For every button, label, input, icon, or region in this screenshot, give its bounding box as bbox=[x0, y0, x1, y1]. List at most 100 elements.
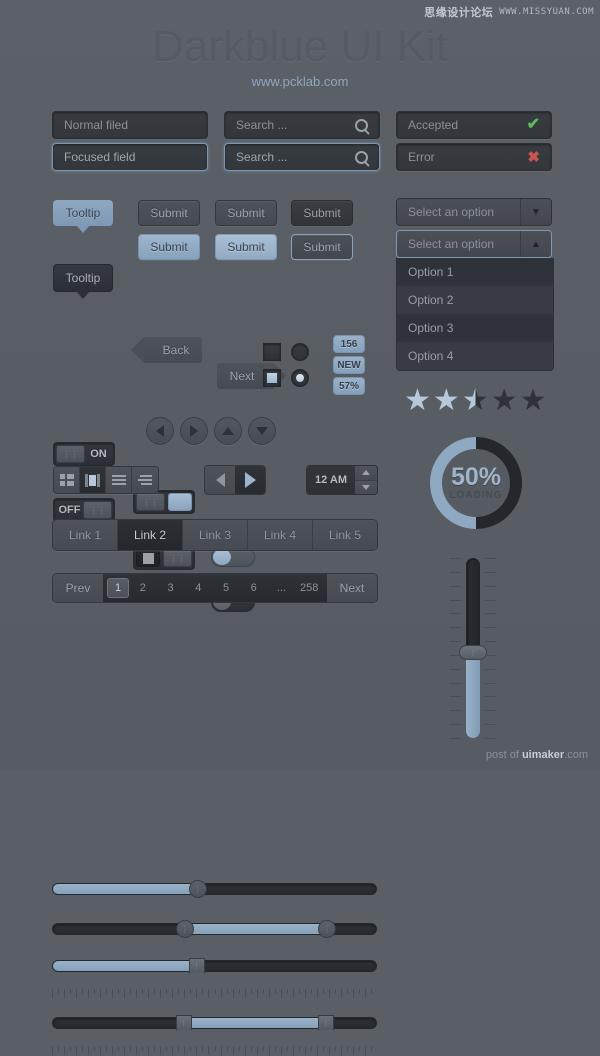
checkbox-unchecked[interactable] bbox=[263, 343, 281, 361]
slider-fill bbox=[185, 1018, 328, 1028]
slider-handle-min[interactable]: ⋮ bbox=[175, 1015, 192, 1038]
normal-text-field[interactable]: Normal filed bbox=[52, 111, 208, 139]
time-stepper[interactable]: 12 AM bbox=[306, 465, 378, 495]
chevron-down-icon[interactable]: ▼ bbox=[520, 199, 551, 225]
tab-link-2[interactable]: Link 2 bbox=[118, 520, 183, 550]
play-button[interactable] bbox=[235, 466, 265, 494]
circle-button-right[interactable] bbox=[180, 417, 208, 445]
slider-handle[interactable]: ⋮ bbox=[188, 958, 205, 981]
loading-label-text: LOADING bbox=[449, 490, 503, 501]
pagination[interactable]: Prev 1 2 3 4 5 6 ... 258 Next bbox=[52, 573, 378, 603]
select-open[interactable]: Select an option ▲ bbox=[396, 230, 552, 258]
tab-link-5[interactable]: Link 5 bbox=[313, 520, 377, 550]
accepted-field[interactable]: Accepted ✔ bbox=[396, 111, 552, 139]
focused-text-field[interactable]: Focused field bbox=[52, 143, 208, 171]
pagination-prev-button[interactable]: Prev bbox=[53, 574, 103, 602]
tab-link-1[interactable]: Link 1 bbox=[53, 520, 118, 550]
site-watermark: 思缘设计论坛 WWW.MISSYUAN.COM bbox=[424, 4, 594, 20]
tab-link-4[interactable]: Link 4 bbox=[248, 520, 313, 550]
detail-view-icon[interactable] bbox=[132, 467, 158, 493]
switch-knob[interactable]: ⋮⋮ bbox=[83, 501, 112, 519]
pagination-page-5[interactable]: 5 bbox=[212, 582, 240, 594]
accepted-field-value: Accepted bbox=[408, 118, 459, 132]
up-arrow-icon bbox=[222, 427, 234, 435]
star-icon-4[interactable]: ★ bbox=[491, 386, 518, 416]
nav-tabs[interactable]: Link 1 Link 2 Link 3 Link 4 Link 5 bbox=[52, 519, 378, 551]
submit-label: Submit bbox=[227, 206, 265, 220]
slider-handle-max[interactable]: ⋮ bbox=[317, 920, 336, 938]
star-icon-2[interactable]: ★ bbox=[433, 386, 460, 416]
select-option-4[interactable]: Option 4 bbox=[397, 342, 553, 370]
switch-knob[interactable]: ⋮⋮ bbox=[56, 445, 85, 463]
range-tick-slider[interactable]: ⋮ ⋮ bbox=[52, 1015, 377, 1038]
submit-button-primary-hover[interactable]: Submit bbox=[215, 234, 277, 260]
media-controls[interactable] bbox=[204, 465, 266, 495]
submit-button-default[interactable]: Submit bbox=[138, 200, 200, 226]
select-option-2[interactable]: Option 2 bbox=[397, 286, 553, 314]
slider-handle-min[interactable]: ⋮ bbox=[175, 920, 194, 938]
circle-button-down[interactable] bbox=[248, 417, 276, 445]
pagination-page-6[interactable]: 6 bbox=[240, 582, 268, 594]
switch-on[interactable]: ⋮⋮ ON bbox=[53, 442, 115, 466]
pagination-page-3[interactable]: 3 bbox=[157, 582, 185, 594]
single-handle-slider[interactable]: ⋮ bbox=[52, 880, 377, 898]
select-option-3[interactable]: Option 3 bbox=[397, 314, 553, 342]
submit-button-primary[interactable]: Submit bbox=[138, 234, 200, 260]
back-button[interactable]: Back bbox=[131, 337, 202, 363]
watermark-url-text: WWW.MISSYUAN.COM bbox=[499, 7, 594, 17]
toggle-knob[interactable] bbox=[213, 549, 231, 565]
star-icon-1[interactable]: ★ bbox=[404, 386, 431, 416]
select-closed[interactable]: Select an option ▼ bbox=[396, 198, 552, 226]
submit-button-pressed[interactable]: Submit bbox=[291, 200, 353, 226]
submit-label: Submit bbox=[227, 240, 265, 254]
pagination-page-258[interactable]: 258 bbox=[295, 582, 323, 594]
right-arrow-icon bbox=[190, 425, 198, 437]
up-arrow-icon[interactable] bbox=[355, 466, 377, 481]
slider-handle[interactable]: ⋮ bbox=[188, 880, 207, 898]
tooltip-light-label: Tooltip bbox=[65, 206, 101, 220]
error-field[interactable]: Error ✖ bbox=[396, 143, 552, 171]
badge-new: NEW bbox=[333, 356, 365, 374]
slider-handle-max[interactable]: ⋮ bbox=[317, 1015, 334, 1038]
select-open-label: Select an option bbox=[397, 231, 520, 257]
back-button-label: Back bbox=[162, 343, 190, 357]
search-icon[interactable] bbox=[355, 150, 368, 164]
switch-knob-inactive[interactable] bbox=[136, 549, 160, 567]
star-rating[interactable]: ★ ★ ★ ★ ★ bbox=[404, 386, 547, 416]
radio-selected[interactable] bbox=[291, 369, 309, 387]
circle-button-left[interactable] bbox=[146, 417, 174, 445]
pagination-page-1[interactable]: 1 bbox=[107, 578, 129, 598]
list-view-icon[interactable] bbox=[106, 467, 132, 493]
submit-button-hover[interactable]: Submit bbox=[215, 200, 277, 226]
checkbox-checked[interactable] bbox=[263, 369, 281, 387]
footer-credit: post of uimaker.com bbox=[486, 749, 588, 761]
search-field-normal[interactable]: Search ... bbox=[224, 111, 380, 139]
radio-unselected[interactable] bbox=[291, 343, 309, 361]
submit-button-outline[interactable]: Submit bbox=[291, 234, 353, 260]
search-field-focused[interactable]: Search ... bbox=[224, 143, 380, 171]
badge-count: 156 bbox=[333, 335, 365, 353]
switch-knob-active[interactable] bbox=[168, 493, 192, 511]
search-icon[interactable] bbox=[355, 118, 368, 132]
focused-field-value: Focused field bbox=[64, 150, 136, 164]
circle-button-up[interactable] bbox=[214, 417, 242, 445]
prev-button[interactable] bbox=[205, 466, 235, 494]
range-slider[interactable]: ⋮ ⋮ bbox=[52, 920, 377, 938]
select-option-1[interactable]: Option 1 bbox=[397, 258, 553, 286]
time-stepper-value[interactable]: 12 AM bbox=[307, 466, 355, 494]
radio-dot bbox=[296, 374, 304, 382]
pagination-page-2[interactable]: 2 bbox=[129, 582, 157, 594]
pagination-page-4[interactable]: 4 bbox=[184, 582, 212, 594]
single-handle-tick-slider[interactable]: ⋮ bbox=[52, 958, 377, 981]
chevron-up-icon[interactable]: ▲ bbox=[520, 231, 551, 257]
view-mode-toggle-group[interactable] bbox=[53, 466, 159, 494]
down-arrow-icon[interactable] bbox=[355, 480, 377, 494]
switch-knob[interactable]: ⋮⋮ bbox=[163, 549, 192, 567]
card-view-icon[interactable] bbox=[80, 467, 106, 493]
tab-link-3[interactable]: Link 3 bbox=[183, 520, 248, 550]
star-icon-3-half[interactable]: ★ bbox=[462, 386, 489, 416]
star-icon-5[interactable]: ★ bbox=[520, 386, 547, 416]
switch-knob[interactable]: ⋮⋮ bbox=[136, 493, 165, 511]
pagination-next-button[interactable]: Next bbox=[327, 574, 377, 602]
grid-view-icon[interactable] bbox=[54, 467, 80, 493]
